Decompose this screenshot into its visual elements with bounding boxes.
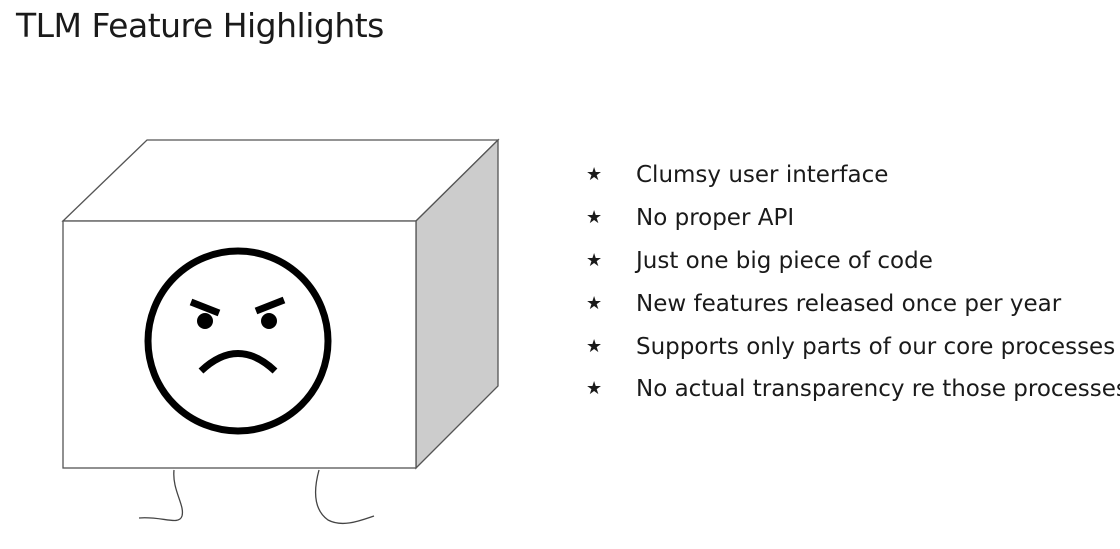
left-leg xyxy=(138,469,184,522)
list-item: ★ Just one big piece of code xyxy=(586,240,1120,283)
box-character-illustration xyxy=(61,138,500,524)
star-icon: ★ xyxy=(586,292,603,314)
star-icon: ★ xyxy=(586,378,603,400)
list-item-text: No proper API xyxy=(636,205,795,232)
star-icon: ★ xyxy=(586,207,603,229)
feature-list: ★ Clumsy user interface ★ No proper API … xyxy=(586,154,1120,411)
list-item: ★ No proper API xyxy=(586,197,1120,240)
list-item-text: No actual transparency re those processe… xyxy=(636,376,1120,403)
list-item-text: Supports only parts of our core processe… xyxy=(636,333,1116,360)
list-item: ★ Clumsy user interface xyxy=(586,154,1120,197)
star-icon: ★ xyxy=(586,335,603,357)
list-item: ★ No actual transparency re those proces… xyxy=(586,368,1120,411)
star-icon: ★ xyxy=(586,249,603,271)
list-item-text: New features released once per year xyxy=(636,290,1062,317)
list-item-text: Clumsy user interface xyxy=(636,162,889,189)
star-icon: ★ xyxy=(586,164,603,186)
list-item: ★ Supports only parts of our core proces… xyxy=(586,325,1120,368)
list-item-text: Just one big piece of code xyxy=(636,247,933,274)
list-item: ★ New features released once per year xyxy=(586,282,1120,325)
right-leg xyxy=(314,469,375,524)
